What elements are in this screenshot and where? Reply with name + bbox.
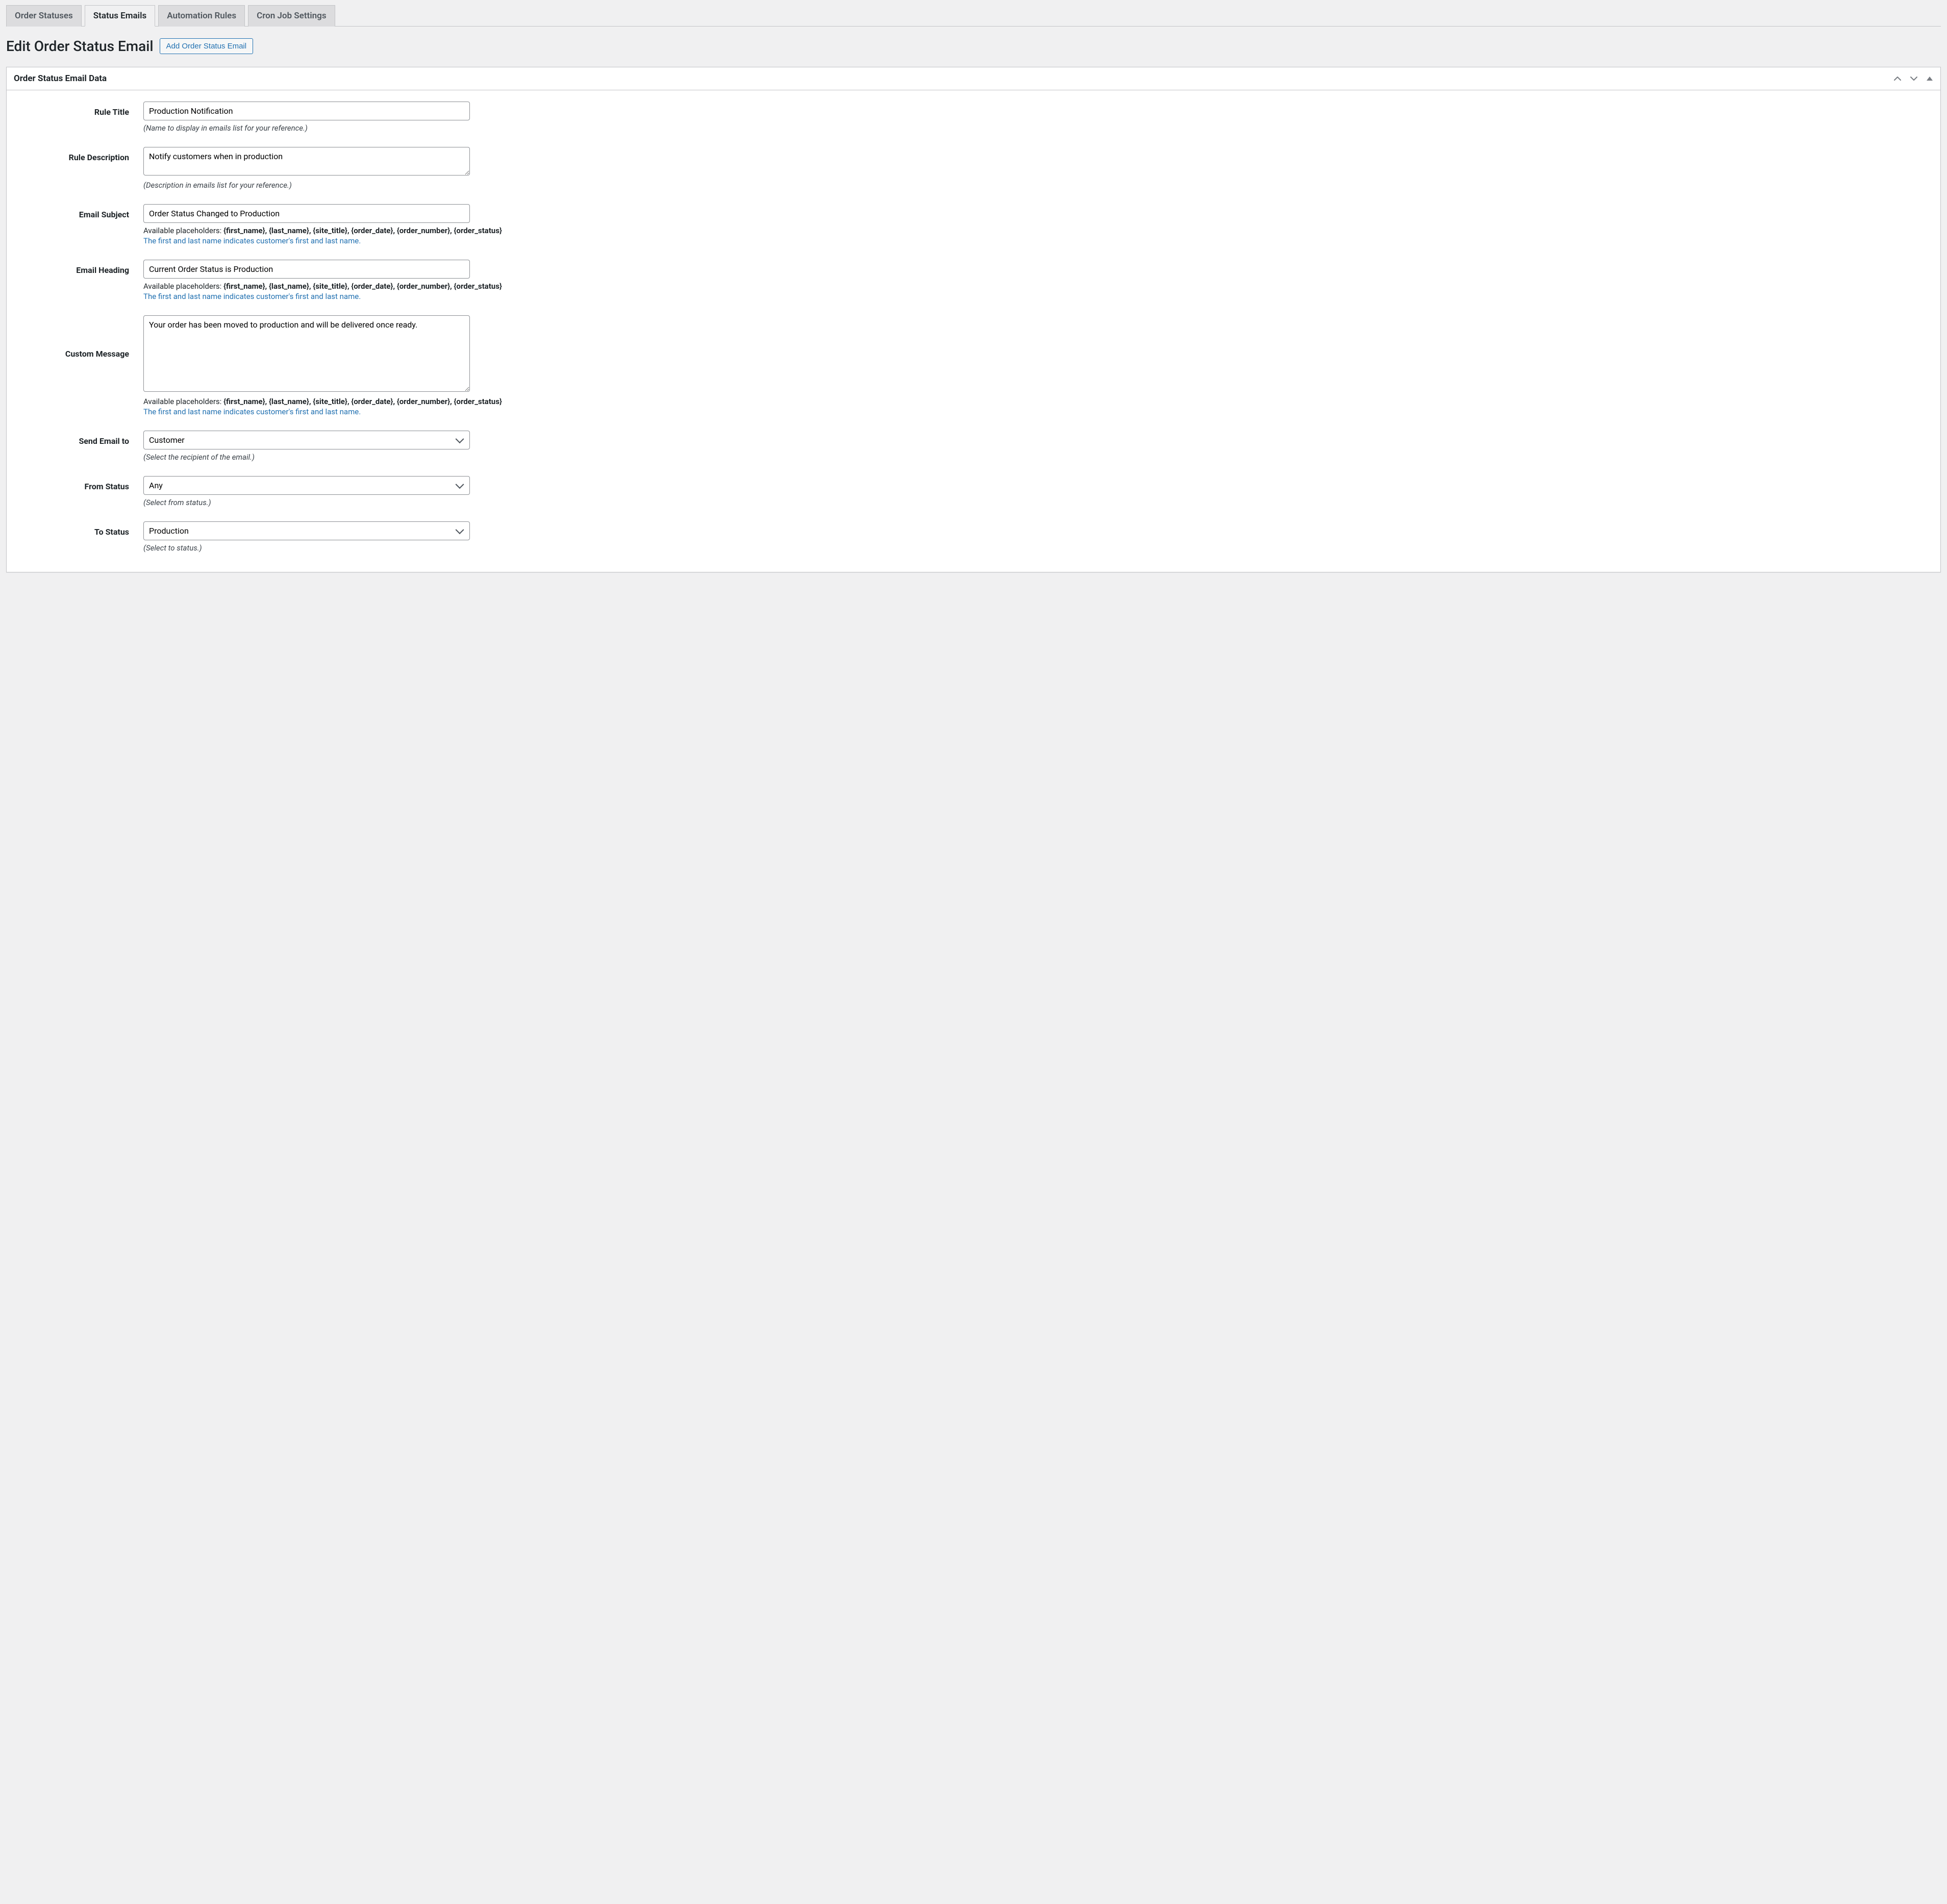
rule-title-label: Rule Title (94, 107, 129, 117)
to-status-hint: (Select to status.) (143, 543, 1926, 553)
from-status-label: From Status (85, 482, 130, 491)
email-heading-placeholders: Available placeholders: {first_name}, {l… (143, 282, 1926, 291)
rule-title-hint: (Name to display in emails list for your… (143, 123, 1926, 133)
send-email-to-select[interactable]: Customer (143, 431, 470, 449)
panel-move-down-icon[interactable] (1910, 74, 1918, 83)
custom-message-label: Custom Message (65, 349, 129, 359)
panel-title: Order Status Email Data (14, 73, 107, 84)
to-status-select[interactable]: Production (143, 521, 470, 540)
email-heading-label: Email Heading (76, 265, 129, 275)
from-status-hint: (Select from status.) (143, 498, 1926, 507)
panel-collapse-icon[interactable] (1926, 75, 1933, 82)
custom-message-placeholders: Available placeholders: {first_name}, {l… (143, 397, 1926, 406)
order-status-email-data-panel: Order Status Email Data Rule Title (Name… (6, 67, 1941, 572)
email-subject-label: Email Subject (79, 210, 129, 219)
custom-message-textarea[interactable]: Your order has been moved to production … (143, 315, 470, 392)
send-email-to-hint: (Select the recipient of the email.) (143, 453, 1926, 462)
rule-description-hint: (Description in emails list for your ref… (143, 181, 1926, 190)
to-status-label: To Status (94, 527, 129, 537)
email-heading-name-note[interactable]: The first and last name indicates custom… (143, 292, 1926, 301)
add-order-status-email-button[interactable]: Add Order Status Email (160, 38, 254, 54)
from-status-select[interactable]: Any (143, 476, 470, 495)
top-tabs: Order Statuses Status Emails Automation … (6, 0, 1941, 27)
email-subject-name-note[interactable]: The first and last name indicates custom… (143, 236, 1926, 245)
page-title: Edit Order Status Email (6, 38, 154, 55)
tab-status-emails[interactable]: Status Emails (85, 5, 155, 27)
send-email-to-label: Send Email to (79, 436, 129, 446)
tab-automation-rules[interactable]: Automation Rules (158, 5, 245, 27)
panel-move-up-icon[interactable] (1893, 74, 1902, 83)
email-heading-input[interactable] (143, 260, 470, 279)
rule-title-input[interactable] (143, 102, 470, 120)
tab-order-statuses[interactable]: Order Statuses (6, 5, 82, 27)
rule-description-textarea[interactable]: Notify customers when in production (143, 147, 470, 176)
tab-cron-job-settings[interactable]: Cron Job Settings (248, 5, 335, 27)
email-subject-input[interactable] (143, 204, 470, 223)
email-subject-placeholders: Available placeholders: {first_name}, {l… (143, 226, 1926, 235)
rule-description-label: Rule Description (69, 153, 129, 162)
custom-message-name-note[interactable]: The first and last name indicates custom… (143, 407, 1926, 416)
